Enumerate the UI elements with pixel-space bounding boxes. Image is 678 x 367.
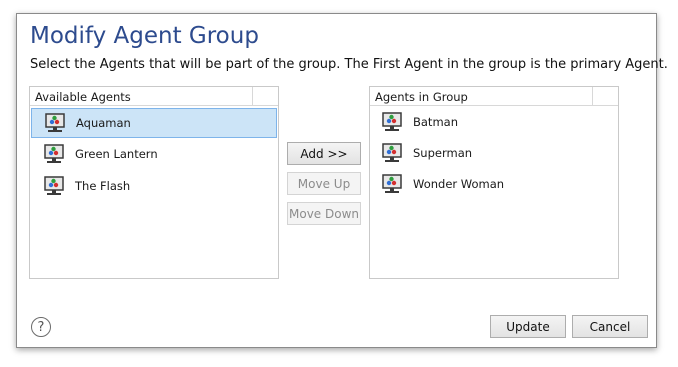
- update-button[interactable]: Update: [490, 315, 566, 338]
- monitor-agent-icon: [44, 176, 64, 195]
- move-up-button[interactable]: Move Up: [287, 172, 361, 195]
- list-item-superman[interactable]: Superman: [371, 138, 617, 168]
- list-item-aquaman[interactable]: Aquaman: [31, 108, 277, 138]
- available-agents-header: Available Agents: [30, 87, 278, 106]
- list-item-label: The Flash: [75, 179, 131, 193]
- list-item-batman[interactable]: Batman: [371, 107, 617, 137]
- agents-in-group-header-label: Agents in Group: [375, 90, 468, 104]
- dialog-subtitle: Select the Agents that will be part of t…: [30, 57, 668, 72]
- help-icon[interactable]: ?: [31, 317, 51, 337]
- monitor-agent-icon: [45, 113, 65, 132]
- column-separator: [252, 87, 253, 105]
- list-item-wonder-woman[interactable]: Wonder Woman: [371, 169, 617, 199]
- monitor-agent-icon: [44, 144, 64, 163]
- list-item-label: Wonder Woman: [413, 177, 505, 191]
- dialog-title: Modify Agent Group: [30, 23, 259, 49]
- monitor-agent-icon: [382, 143, 402, 162]
- list-item-label: Aquaman: [76, 116, 131, 130]
- available-agents-list[interactable]: Available Agents Aquaman Green Lantern T…: [29, 86, 279, 279]
- monitor-agent-icon: [382, 174, 402, 193]
- agents-in-group-header: Agents in Group: [370, 87, 618, 106]
- move-down-button[interactable]: Move Down: [287, 202, 361, 225]
- modify-agent-group-dialog: Modify Agent Group Select the Agents tha…: [16, 13, 668, 348]
- available-agents-header-label: Available Agents: [35, 90, 131, 104]
- agents-in-group-list[interactable]: Agents in Group Batman Superman Wonder W…: [369, 86, 619, 279]
- add-button[interactable]: Add >>: [287, 142, 361, 165]
- list-item-green-lantern[interactable]: Green Lantern: [31, 139, 277, 169]
- column-separator: [592, 87, 593, 105]
- monitor-agent-icon: [382, 112, 402, 131]
- list-item-label: Green Lantern: [75, 147, 158, 161]
- list-item-label: Batman: [413, 115, 458, 129]
- list-item-the-flash[interactable]: The Flash: [31, 171, 277, 201]
- cancel-button[interactable]: Cancel: [572, 315, 648, 338]
- list-item-label: Superman: [413, 146, 473, 160]
